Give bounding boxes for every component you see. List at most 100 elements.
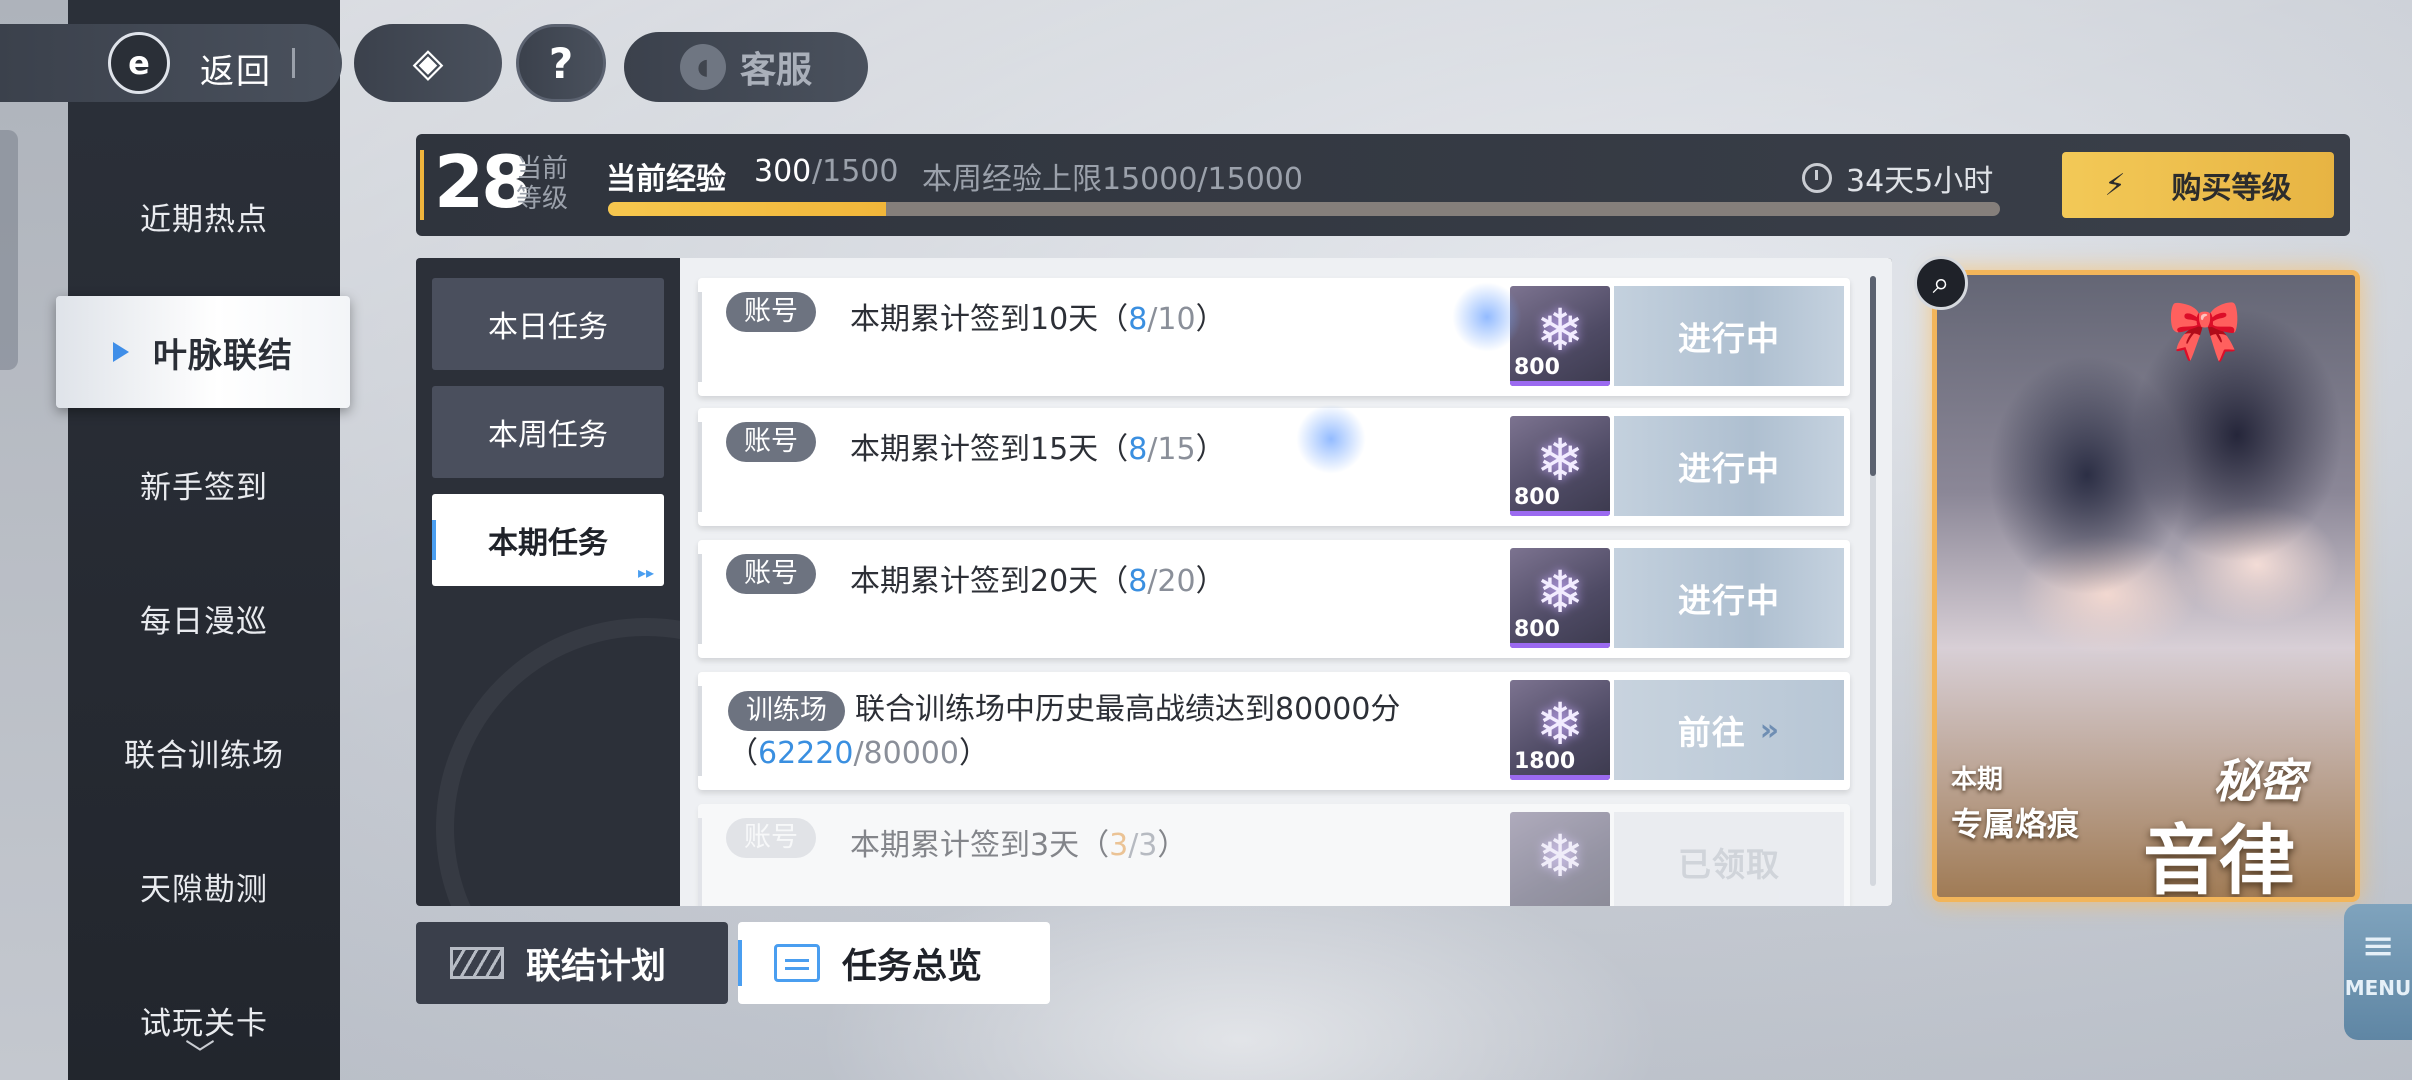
task-close: ） (1195, 432, 1226, 467)
weekly-exp-cap: 本周经验上限15000/15000 (922, 162, 1303, 197)
task-tag: 账号 (726, 422, 816, 462)
crystal-icon: ❄ (1535, 558, 1585, 626)
task-list: 账号 本期累计签到10天（8/10） ❄ 800 进行中 账号 本期累计签到15天… (680, 258, 1892, 906)
task-sep: / (1128, 828, 1139, 863)
task-row: 账号 本期累计签到15天（8/15） ❄ 800 进行中 (698, 408, 1850, 526)
reward-item[interactable]: ❄ 800 (1510, 416, 1610, 516)
status-label: 进行中 (1678, 449, 1780, 488)
clock-icon (1802, 163, 1832, 193)
task-description: 训练场 联合训练场中历史最高战绩达到80000分（62220/80000） (728, 688, 1508, 776)
exp-max: /1500 (812, 154, 899, 189)
status-label: 已领取 (1678, 845, 1780, 884)
season-timer: 34天5小时 (1802, 156, 1993, 200)
sidebar-item-newbie-signin[interactable]: 新手签到 (68, 444, 340, 524)
reward-qty: 800 (1514, 617, 1560, 642)
task-status-button[interactable]: 进行中 (1614, 286, 1844, 386)
sidebar-item-training[interactable]: 联合训练场 (68, 712, 340, 792)
help-button[interactable]: ? (516, 24, 606, 102)
task-close: ） (1157, 828, 1188, 863)
menu-button[interactable]: ≡ MENU (2344, 904, 2412, 1040)
sidebar-item-label: 联合训练场 (124, 737, 284, 774)
exp-progress-bar (608, 202, 2000, 216)
back-button[interactable]: e 返回 (0, 24, 342, 102)
task-target: 3 (1138, 828, 1158, 863)
task-status-button[interactable]: 进行中 (1614, 548, 1844, 648)
buy-level-button[interactable]: ⚡ 购买等级 (2062, 152, 2334, 218)
task-tag: 账号 (726, 818, 816, 858)
task-sep: / (1147, 564, 1158, 599)
reward-item[interactable]: ❄ 800 (1510, 286, 1610, 386)
task-overview-button[interactable]: 任务总览 (738, 922, 1050, 1004)
goto-button[interactable]: 前往 » (1614, 680, 1844, 780)
play-icon (113, 342, 129, 362)
scroll-down-chevron-icon[interactable]: ﹀ (180, 1040, 220, 1072)
tab-label: 本日任务 (488, 310, 608, 345)
reward-qty: 800 (1514, 355, 1560, 380)
exclusive-imprint-banner[interactable]: 🎀 本期 专属烙痕 秘密 音律 (1932, 270, 2360, 902)
task-target: 10 (1157, 302, 1196, 337)
scrollbar-thumb[interactable] (1870, 276, 1876, 476)
timer-text: 34天5小时 (1846, 164, 1994, 199)
crystal-icon: ❄ (1535, 690, 1585, 758)
level-accent (420, 150, 424, 220)
task-row: 账号 本期累计签到3天（3/3） ❄ 已领取 (698, 804, 1850, 906)
sidebar-item-label: 叶脉联结 (153, 335, 293, 376)
task-target: 80000 (863, 736, 959, 771)
sidebar-item-daily-patrol[interactable]: 每日漫巡 (68, 578, 340, 658)
task-text: 本期累计签到3天（ (850, 828, 1110, 863)
reward-rarity-bar (1510, 643, 1610, 648)
tab-label: 本周任务 (488, 418, 608, 453)
tab-season[interactable]: 本期任务 ▸▸ (432, 494, 664, 586)
task-sep: / (853, 736, 864, 771)
task-status-button: 已领取 (1614, 812, 1844, 906)
tab-daily[interactable]: 本日任务 (432, 278, 664, 370)
plan-label: 联结计划 (526, 946, 667, 987)
level-number: 28 (434, 140, 531, 224)
exp-progress-fill (608, 202, 887, 216)
divider (292, 48, 295, 78)
task-row: 账号 本期累计签到10天（8/10） ❄ 800 进行中 (698, 278, 1850, 396)
status-label: 进行中 (1678, 319, 1780, 358)
reward-qty: 1800 (1514, 749, 1576, 774)
sidebar-item-label: 每日漫巡 (140, 603, 268, 640)
sidebar: 近期热点 叶脉联结 新手签到 每日漫巡 联合训练场 天隙勘测 试玩关卡 (56, 0, 350, 1080)
reward-item[interactable]: ❄ 800 (1510, 548, 1610, 648)
hamburger-icon: ≡ (2361, 923, 2395, 969)
buy-label: 购买等级 (2171, 171, 2292, 206)
reward-item[interactable]: ❄ (1510, 812, 1610, 906)
double-chevron-right-icon: » (1759, 712, 1781, 748)
task-description: 本期累计签到20天（8/20） (850, 556, 1226, 600)
sidebar-item-survey[interactable]: 天隙勘测 (68, 846, 340, 926)
exp-current: 300 (754, 154, 812, 189)
sidebar-item-label: 天隙勘测 (140, 871, 268, 908)
customer-service-button[interactable]: ◖ 客服 (624, 32, 868, 102)
back-label: 返回 (200, 52, 272, 92)
sidebar-item-hot[interactable]: 近期热点 (68, 176, 340, 256)
touch-glow (1296, 404, 1366, 474)
task-text: 本期累计签到20天（ (850, 564, 1129, 599)
exp-label: 当前经验 (606, 162, 726, 197)
task-close: ） (958, 736, 989, 771)
tab-weekly[interactable]: 本周任务 (432, 386, 664, 478)
task-progress: 3 (1109, 828, 1129, 863)
task-status-button[interactable]: 进行中 (1614, 416, 1844, 516)
banner-subtitle-top: 本期 (1951, 765, 2004, 795)
task-progress: 8 (1128, 302, 1148, 337)
home-logo-button[interactable]: ◈ (354, 24, 502, 102)
task-progress: 62220 (758, 736, 854, 771)
touch-glow (1452, 282, 1522, 352)
status-label: 前往 (1677, 713, 1746, 752)
double-arrow-icon: ▸▸ (637, 563, 654, 582)
sidebar-item-vein-link[interactable]: 叶脉联结 (56, 296, 350, 408)
task-description: 本期累计签到10天（8/10） (850, 294, 1226, 338)
task-description: 本期累计签到3天（3/3） (850, 820, 1187, 864)
task-tag: 账号 (726, 292, 816, 332)
magnifier-icon[interactable]: ⌕ (1914, 256, 1968, 310)
task-text: 本期累计签到10天（ (850, 302, 1129, 337)
headset-icon: ◖ (679, 44, 726, 90)
clipboard-icon (774, 944, 820, 982)
link-plan-button[interactable]: 联结计划 (416, 922, 728, 1004)
level-bar: 28 当前等级 当前经验 300 /1500 本周经验上限15000/15000… (416, 134, 2350, 236)
edge-handle[interactable] (0, 130, 18, 370)
reward-item[interactable]: ❄ 1800 (1510, 680, 1610, 780)
